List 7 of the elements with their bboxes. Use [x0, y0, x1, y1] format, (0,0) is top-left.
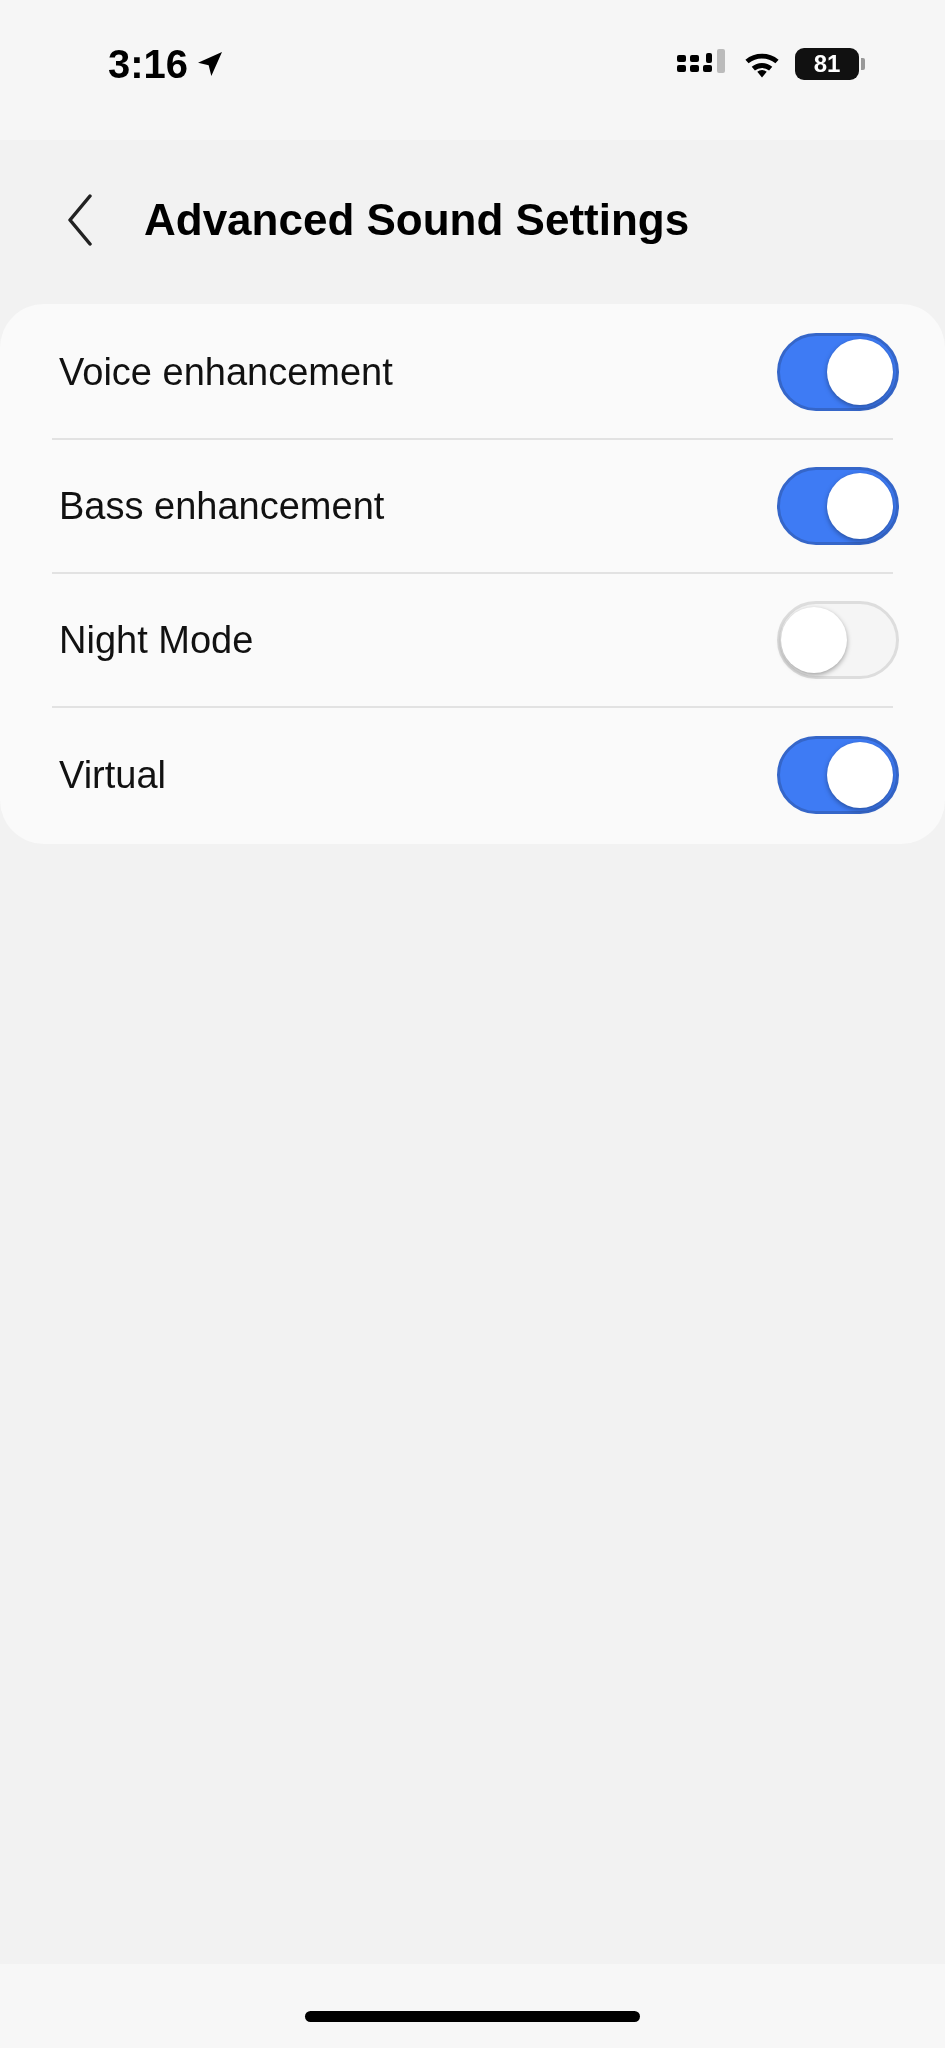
status-time: 3:16 [108, 41, 189, 88]
setting-label: Bass enhancement [59, 483, 385, 529]
setting-label: Night Mode [59, 617, 254, 663]
setting-label: Voice enhancement [59, 349, 393, 395]
home-indicator[interactable] [305, 2010, 640, 2022]
setting-label: Virtual [59, 752, 167, 798]
page-title: Advanced Sound Settings [144, 194, 690, 246]
